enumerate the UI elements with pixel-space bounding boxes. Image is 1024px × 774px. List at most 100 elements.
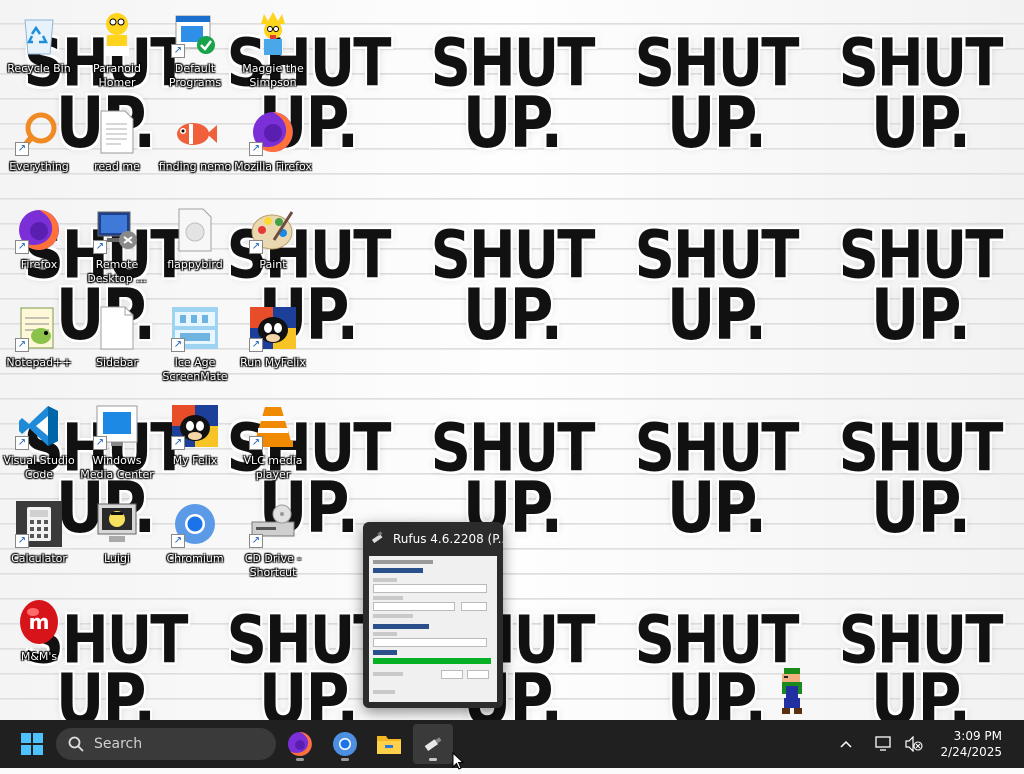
homer-icon [93,10,141,58]
shortcut-arrow-icon: ↗ [15,240,29,254]
network-monitor-icon [875,736,892,751]
desktop-icon-label: Paranoid Homer [93,62,141,89]
desktop-icon-recycle-bin[interactable]: Recycle Bin [0,4,78,100]
preview-header: Rufus 4.6.2208 (P... [363,522,503,556]
paint-icon: ↗ [249,206,297,254]
shut-up-wallpaper-text: SHUTUP. [634,602,800,720]
desktop-icon-label: read me [94,160,140,173]
shortcut-arrow-icon: ↗ [171,534,185,548]
taskbar-search-box[interactable]: Search [56,728,276,760]
usb-drive-icon [371,530,385,549]
desktop-icon-label: Windows Media Center [80,454,154,481]
preview-title: Rufus 4.6.2208 (P... [393,532,503,546]
desktop-icon-label: Luigi [103,552,130,565]
desktop-icon-label: M&M's [20,650,58,663]
desktop-icon-label: Run MyFelix [240,356,306,369]
shortcut-arrow-icon: ↗ [15,142,29,156]
taskbar-rufus-button[interactable] [413,724,453,764]
desktop-icon-label: finding nemo [158,160,232,173]
desktop-icon-label: Remote Desktop ... [87,258,147,285]
desktop-icon-luigi[interactable]: Luigi [78,494,156,590]
media-center-icon: ↗ [93,402,141,450]
recycle-bin-icon [15,10,63,58]
shut-up-wallpaper-text: SHUTUP. [838,25,1004,165]
desktop-icon-cd-drive-shortcut[interactable]: ↗ CD Drive - Shortcut [234,494,312,590]
desktop-icon-mozilla-firefox[interactable]: ↗ Mozilla Firefox [234,102,312,198]
volume-button[interactable] [902,732,926,756]
rufus-taskbar-preview[interactable]: Rufus 4.6.2208 (P... [363,522,503,708]
taskbar-firefox-button[interactable] [280,724,320,764]
desktop-icon-everything[interactable]: ↗ Everything [0,102,78,198]
show-hidden-icons-button[interactable] [834,732,858,756]
desktop-icon-windows-media-center[interactable]: ↗ Windows Media Center [78,396,156,492]
shortcut-arrow-icon: ↗ [249,142,263,156]
desktop-icon-m-m-s[interactable]: m M&M's [0,592,78,688]
desktop-icon-default-programs[interactable]: ↗ Default Programs [156,4,234,100]
ice-age-icon: ↗ [171,304,219,352]
shortcut-arrow-icon: ↗ [15,338,29,352]
desktop-icon-maggie-the-simpson[interactable]: Maggie the Simpson [234,4,312,100]
firefox-icon: ↗ [15,206,63,254]
start-button[interactable] [12,724,52,764]
remote-desktop-icon: ↗ [93,206,141,254]
desktop-icon-flappybird[interactable]: flappybird [156,200,234,296]
desktop-icon-vlc-media-player[interactable]: ↗ VLC media player [234,396,312,492]
speaker-muted-icon [905,736,924,752]
vscode-icon: ↗ [15,402,63,450]
running-indicator [341,758,349,761]
desktop-icon-label: Sidebar [95,356,139,369]
desktop-icon-calculator[interactable]: ↗ Calculator [0,494,78,590]
shut-up-wallpaper-text: SHUTUP. [838,602,1004,720]
firefox-icon [288,732,312,756]
taskbar-file-explorer-button[interactable] [369,724,409,764]
shut-up-wallpaper-text: SHUTUP. [226,602,392,720]
nemo-icon [171,108,219,156]
network-button[interactable] [872,732,896,756]
clock[interactable]: 3:09 PM 2/24/2025 [940,728,1002,760]
shortcut-arrow-icon: ↗ [171,436,185,450]
shortcut-arrow-icon: ↗ [93,240,107,254]
desktop-icon-read-me[interactable]: read me [78,102,156,198]
desktop-icon-sidebar[interactable]: Sidebar [78,298,156,394]
file-icon [171,206,219,254]
running-indicator [429,758,437,761]
desktop-icon-finding-nemo[interactable]: finding nemo [156,102,234,198]
desktop-icon-label: Ice Age ScreenMate [162,356,228,383]
desktop-icon-firefox[interactable]: ↗ Firefox [0,200,78,296]
desktop-icon-label: Chromium [166,552,224,565]
shut-up-wallpaper-text: SHUTUP. [634,217,800,357]
desktop-icon-remote-desktop[interactable]: ↗ Remote Desktop ... [78,200,156,296]
search-placeholder: Search [94,736,143,752]
cd-drive-icon: ↗ [249,500,297,548]
desktop-icon-visual-studio-code[interactable]: ↗ Visual Studio Code [0,396,78,492]
svg-text:m: m [29,610,50,634]
rufus-icon [424,737,442,752]
mms-icon: m [15,598,63,646]
desktop-icon-my-felix[interactable]: ↗ My Felix [156,396,234,492]
desktop-icon-paranoid-homer[interactable]: Paranoid Homer [78,4,156,100]
desktop-icon-ice-age-screenmate[interactable]: ↗ Ice Age ScreenMate [156,298,234,394]
desktop-icon-label: Firefox [20,258,58,271]
desktop-icon-chromium[interactable]: ↗ Chromium [156,494,234,590]
shut-up-wallpaper-text: SHUTUP. [634,410,800,550]
taskbar-chromium-button[interactable] [325,724,365,764]
clock-time: 3:09 PM [953,729,1002,743]
running-indicator [296,758,304,761]
text-file-icon [93,108,141,156]
desktop-icon-notepad[interactable]: ↗ Notepad++ [0,298,78,394]
desktop-icon-label: flappybird [167,258,223,271]
felix-icon: ↗ [249,304,297,352]
clock-date: 2/24/2025 [940,745,1002,759]
desktop-icon-paint[interactable]: ↗ Paint [234,200,312,296]
desktop-icon-label: My Felix [172,454,218,467]
taskbar: Search 3:09 PM 2/24/2025 [0,720,1024,768]
desktop-icon-run-myfelix[interactable]: ↗ Run MyFelix [234,298,312,394]
chevron-up-icon [840,740,852,748]
shortcut-arrow-icon: ↗ [249,436,263,450]
firefox-icon: ↗ [249,108,297,156]
desktop-icon-label: Everything [9,160,69,173]
shortcut-arrow-icon: ↗ [249,338,263,352]
luigi-sprite [776,668,808,716]
default-programs-icon: ↗ [171,10,219,58]
shut-up-wallpaper-text: SHUTUP. [430,25,596,165]
